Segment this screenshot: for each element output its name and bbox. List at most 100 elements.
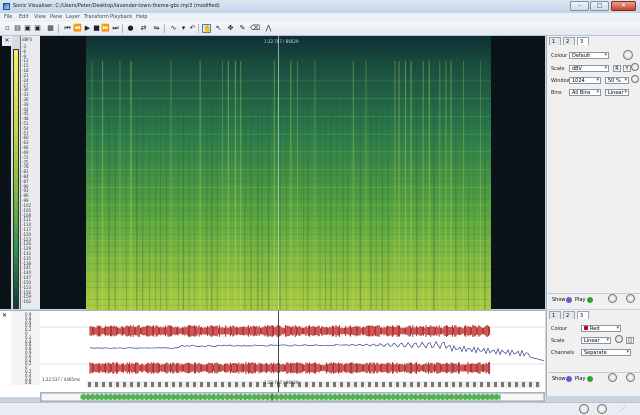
play-gain-knob[interactable] — [608, 294, 617, 303]
save-as-icon[interactable]: ▣ — [33, 24, 42, 33]
play-toggle[interactable] — [587, 297, 593, 303]
waveform-playhead-label: 1:22.787 / 86629 — [264, 380, 299, 385]
overview-strip[interactable] — [40, 392, 545, 402]
overview-waveform[interactable] — [41, 393, 544, 401]
normalize-y-button[interactable]: Y — [623, 65, 631, 72]
title-bar: Sonic Visualiser: C:/Users/Peter/Desktop… — [0, 0, 640, 14]
record-icon[interactable]: ● — [126, 24, 135, 33]
menu-playback[interactable]: Playback — [110, 14, 132, 20]
resize-grip-icon[interactable]: ⋰ — [620, 405, 626, 412]
bins-label: Bins — [551, 90, 562, 96]
erase-tool-icon[interactable]: ⌫ — [250, 24, 260, 33]
window-overlap-select[interactable]: 50 % — [605, 77, 629, 84]
toolbar: ▫ ▤ ▣ ▣ ▦ ⏮ ⏪ ▶ ■ ⏩ ⏭ ● ⇄ ⇋ ∿ ▾ ↶ ✋ ↖ ✥ … — [0, 22, 640, 36]
show-label-2: Show — [552, 376, 566, 382]
wave-colour-label: Colour — [551, 326, 568, 332]
window-size-select[interactable]: 1024 — [569, 77, 601, 84]
spectrogram-image[interactable] — [86, 61, 491, 343]
navigate-tool-icon[interactable]: ✋ — [202, 24, 212, 33]
window-label: Window — [551, 78, 571, 84]
time-ruler[interactable] — [86, 381, 541, 388]
waveform-view[interactable] — [40, 311, 545, 385]
speed-icon[interactable]: ∿ — [169, 24, 178, 33]
measure-tool-icon[interactable]: ⋀ — [264, 24, 273, 33]
loop-icon[interactable]: ⇄ — [139, 24, 148, 33]
waveform-scale: 0.9 0.8 0.6 0.4 0.2 0 0.2 0.4 0.6 0.8 0.9 0.6 0.4 0.2… — [11, 311, 40, 385]
wave-gain-knob[interactable] — [615, 335, 623, 343]
play-pan-knob[interactable] — [626, 294, 635, 303]
menu-help[interactable]: Help — [136, 14, 147, 20]
maximize-button[interactable]: □ — [590, 1, 609, 11]
show-toggle[interactable] — [566, 297, 572, 303]
forward-icon[interactable]: ⏩ — [101, 24, 110, 33]
tab-1-b[interactable]: 1 — [549, 311, 561, 319]
stop-icon[interactable]: ■ — [92, 24, 101, 33]
play-icon[interactable]: ▶ — [83, 24, 92, 33]
db-scale-title: dBFS — [22, 37, 33, 42]
tab-3-b[interactable]: 3 — [577, 311, 589, 319]
rewind-start-icon[interactable]: ⏮ — [63, 24, 72, 33]
show-play-row-2: Show Play — [548, 372, 640, 383]
show-toggle-2[interactable] — [566, 376, 572, 382]
playhead-time-label: 1:22.787 / 86629 — [264, 39, 299, 44]
play-gain-knob-2[interactable] — [608, 373, 617, 382]
colour-scale-bar — [13, 49, 19, 309]
show-play-row: Show Play — [548, 293, 640, 304]
minimize-button[interactable]: – — [570, 1, 589, 11]
play-pan-knob-2[interactable] — [626, 373, 635, 382]
tab-2[interactable]: 2 — [563, 37, 575, 45]
menu-file[interactable]: File — [4, 14, 12, 20]
forward-end-icon[interactable]: ⏭ — [111, 24, 120, 33]
tab-1[interactable]: 1 — [549, 37, 561, 45]
select-tool-icon[interactable]: ↖ — [214, 24, 223, 33]
menu-edit[interactable]: Edit — [19, 14, 29, 20]
close-pane-icon-2[interactable]: ✕ — [2, 312, 7, 319]
channels-select[interactable]: Separate — [581, 349, 631, 356]
master-volume-knob[interactable] — [579, 404, 589, 414]
tab-2-b[interactable]: 2 — [563, 311, 575, 319]
play-label: Play — [575, 297, 586, 303]
master-speed-knob[interactable] — [597, 404, 607, 414]
channels-label: Channels — [551, 350, 575, 356]
save-icon[interactable]: ▣ — [23, 24, 32, 33]
db-tick-label: -162 — [22, 299, 32, 305]
menu-transform[interactable]: Transform — [84, 14, 109, 20]
open-file-icon[interactable]: ▤ — [13, 24, 22, 33]
colour-select[interactable]: Default — [569, 52, 609, 59]
normalize-r-button[interactable]: R — [613, 65, 621, 72]
waveform-pane[interactable]: ✕ 0.9 0.8 0.6 0.4 0.2 0 0.2 0.4 0.6 0.8 0.9 0.6 0.4 0… — [0, 310, 545, 397]
wave-colour-select[interactable]: Red — [581, 325, 621, 332]
tab-3[interactable]: 3 — [577, 37, 589, 45]
new-layer-icon[interactable]: ▦ — [46, 24, 55, 33]
wave-colour-value: Red — [590, 326, 600, 332]
threshold-knob[interactable] — [631, 75, 639, 83]
play-label-2: Play — [575, 376, 586, 382]
play-toggle-2[interactable] — [587, 376, 593, 382]
move-tool-icon[interactable]: ✥ — [226, 24, 235, 33]
playhead[interactable] — [278, 36, 279, 309]
spectrogram-properties-panel: 1 2 3 Colour Default Scale dBV R Y Windo… — [546, 36, 640, 309]
draw-tool-icon[interactable]: ✎ — [238, 24, 247, 33]
wave-normalize-button[interactable]: ◫ — [626, 337, 634, 344]
menu-pane[interactable]: Pane — [50, 14, 62, 20]
menu-layer[interactable]: Layer — [66, 14, 80, 20]
new-file-icon[interactable]: ▫ — [3, 24, 12, 33]
bins-select[interactable]: All Bins — [569, 89, 601, 96]
window-title: Sonic Visualiser: C:/Users/Peter/Desktop… — [13, 3, 220, 9]
speed-dropdown-icon[interactable]: ▾ — [179, 24, 188, 33]
rewind-icon[interactable]: ⏪ — [73, 24, 82, 33]
undo-icon[interactable]: ↶ — [188, 24, 197, 33]
colour-rotation-knob[interactable] — [623, 50, 633, 60]
gain-knob[interactable] — [631, 63, 639, 71]
close-button[interactable]: ✕ — [611, 1, 636, 11]
selection-loop-icon[interactable]: ⇋ — [152, 24, 161, 33]
menu-view[interactable]: View — [34, 14, 46, 20]
colour-label: Colour — [551, 53, 568, 59]
frequency-scale-select[interactable]: Linear — [605, 89, 629, 96]
waveform-time-label: 1:22.537 / 4465ms — [42, 377, 80, 382]
scale-select[interactable]: dBV — [569, 65, 609, 72]
spectrogram-pane[interactable]: ✕ dBFS -3 -6 -9 -12 -15 -18 -21 -24 -27 -30 -33 -36-… — [0, 36, 545, 344]
app-icon — [3, 3, 10, 10]
close-pane-icon[interactable]: ✕ — [2, 36, 12, 46]
wave-scale-select[interactable]: Linear — [581, 337, 611, 344]
